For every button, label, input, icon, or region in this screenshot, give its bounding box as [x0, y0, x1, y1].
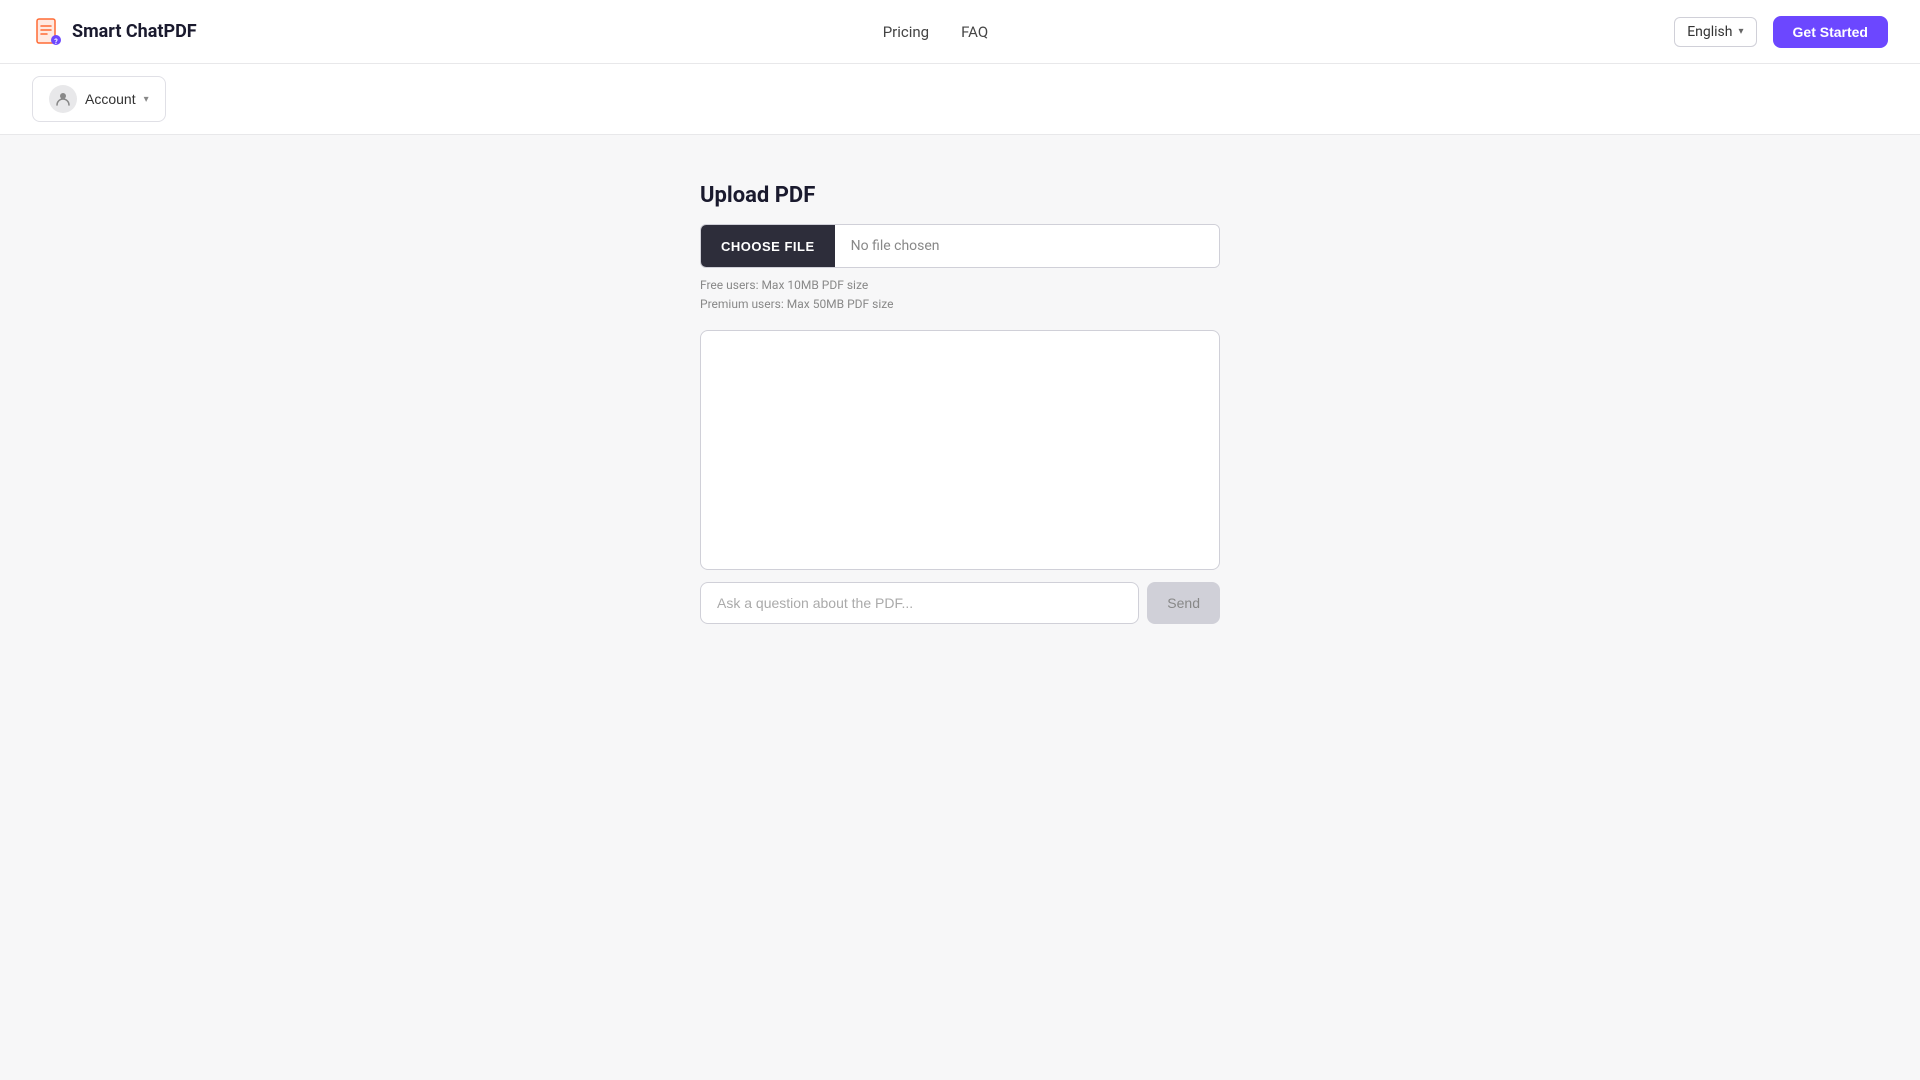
- choose-file-button[interactable]: CHOOSE FILE: [701, 225, 835, 267]
- main-header: ? Smart ChatPDF Pricing FAQ English ▾ Ge…: [0, 0, 1920, 64]
- language-label: English: [1687, 24, 1732, 40]
- logo-icon: ?: [32, 16, 64, 48]
- chat-area: [700, 330, 1220, 570]
- brand-name: Smart ChatPDF: [72, 21, 197, 42]
- sub-header: Account ▾: [0, 64, 1920, 135]
- account-label: Account: [85, 91, 136, 107]
- file-size-info: Free users: Max 10MB PDF size Premium us…: [700, 276, 1220, 314]
- brand-area: ? Smart ChatPDF: [32, 16, 197, 48]
- main-nav: Pricing FAQ: [883, 23, 988, 41]
- question-row: Send: [700, 582, 1220, 624]
- header-right: English ▾ Get Started: [1674, 16, 1888, 48]
- account-button[interactable]: Account ▾: [32, 76, 166, 122]
- file-chosen-text: No file chosen: [835, 225, 1219, 267]
- question-input[interactable]: [700, 582, 1139, 624]
- language-selector[interactable]: English ▾: [1674, 17, 1756, 47]
- account-avatar-icon: [49, 85, 77, 113]
- send-button[interactable]: Send: [1147, 582, 1220, 624]
- nav-faq[interactable]: FAQ: [961, 23, 988, 41]
- upload-title: Upload PDF: [700, 183, 1220, 208]
- main-content: Upload PDF CHOOSE FILE No file chosen Fr…: [0, 135, 1920, 672]
- free-user-size: Free users: Max 10MB PDF size: [700, 276, 1220, 295]
- file-input-row: CHOOSE FILE No file chosen: [700, 224, 1220, 268]
- language-chevron-icon: ▾: [1738, 26, 1743, 37]
- account-chevron-icon: ▾: [144, 94, 149, 105]
- svg-text:?: ?: [54, 38, 58, 46]
- get-started-button[interactable]: Get Started: [1773, 16, 1888, 48]
- upload-section: Upload PDF CHOOSE FILE No file chosen Fr…: [700, 183, 1220, 330]
- premium-user-size: Premium users: Max 50MB PDF size: [700, 295, 1220, 314]
- nav-pricing[interactable]: Pricing: [883, 23, 929, 41]
